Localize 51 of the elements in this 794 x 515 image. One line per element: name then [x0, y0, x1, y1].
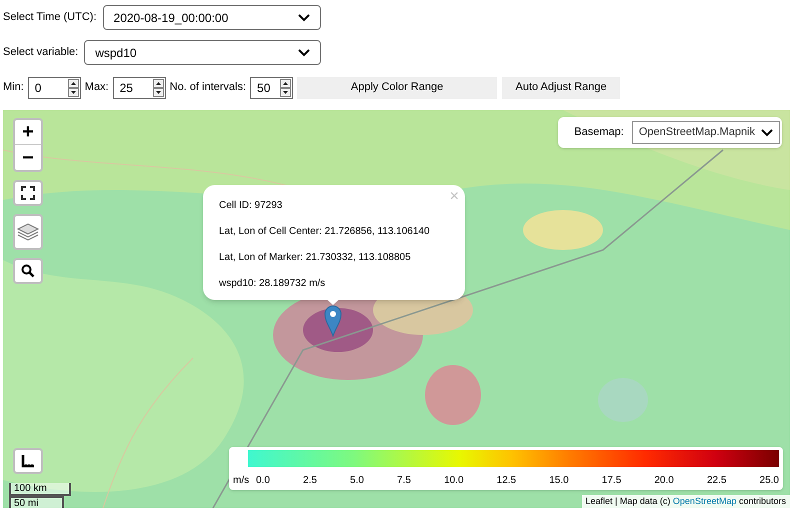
tick-label: 20.0: [654, 474, 674, 488]
map-marker-icon: [324, 305, 342, 337]
chevron-down-icon: [761, 128, 773, 136]
number-field[interactable]: 0: [28, 76, 81, 98]
dropdown[interactable]: wspd10: [84, 40, 322, 65]
zoom-out-button[interactable]: −: [15, 145, 41, 170]
tick-label: 10.0: [444, 474, 464, 488]
zoom-in-button[interactable]: +: [15, 120, 41, 145]
tick-label: 15.0: [549, 474, 569, 488]
tick-label: 22.5: [706, 474, 726, 488]
basemap-dropdown[interactable]: OpenStreetMap.Mapnik: [632, 121, 780, 144]
popup-text: Cell ID: 97293: [219, 199, 284, 213]
spinner-arrows-icon: [280, 78, 292, 96]
unit-label: m/s: [233, 474, 250, 488]
tick-label: 0.0: [256, 474, 270, 488]
ruler-corner-icon: [21, 454, 35, 468]
scale-label: 50 mi: [9, 496, 64, 508]
spinner-arrows-icon: [68, 78, 79, 96]
field-label: Min:: [3, 80, 24, 96]
field-label: Select Time (UTC):: [3, 10, 97, 26]
popup-text: Lat, Lon of Cell Center: 21.726856, 113.106140: [219, 225, 431, 239]
field-label: Select variable:: [3, 45, 78, 60]
map-data-link[interactable]: OpenStreetMap: [672, 496, 736, 506]
field-label: Max:: [84, 80, 109, 96]
tick-label: 5.0: [350, 474, 364, 488]
fullscreen-icon: [21, 186, 35, 200]
action-button[interactable]: Apply Color Range: [297, 76, 498, 98]
search-button[interactable]: [13, 258, 43, 284]
search-icon: [21, 264, 35, 278]
fullscreen-button[interactable]: [13, 180, 43, 206]
spinner-arrows-icon: [152, 78, 164, 96]
chevron-down-icon: [298, 14, 310, 22]
tick-label: 2.5: [303, 474, 317, 488]
number-field[interactable]: 25: [112, 76, 166, 98]
popup-text: wspd10: 28.189732 m/s: [219, 277, 326, 291]
action-button[interactable]: Auto Adjust Range: [502, 76, 620, 98]
popup-text: Lat, Lon of Marker: 21.730332, 113.108805: [219, 251, 412, 265]
layers-icon: [16, 221, 40, 243]
tick-label: 7.5: [397, 474, 411, 488]
dropdown[interactable]: 2020-08-19_00:00:00: [102, 5, 321, 30]
tick-label: 17.5: [602, 474, 622, 488]
tick-label: 25.0: [760, 474, 779, 488]
layers-button[interactable]: [13, 214, 43, 250]
scale-label: 100 km: [9, 483, 71, 496]
measure-button[interactable]: [13, 448, 43, 474]
attribution: Leaflet | Map data (c) OpenStreetMap contributors: [582, 494, 790, 508]
chevron-down-icon: [298, 48, 310, 56]
tick-label: 12.5: [496, 474, 516, 488]
number-field[interactable]: 50: [250, 76, 294, 98]
field-label: Basemap:: [574, 125, 624, 140]
field-label: No. of intervals:: [170, 80, 246, 96]
